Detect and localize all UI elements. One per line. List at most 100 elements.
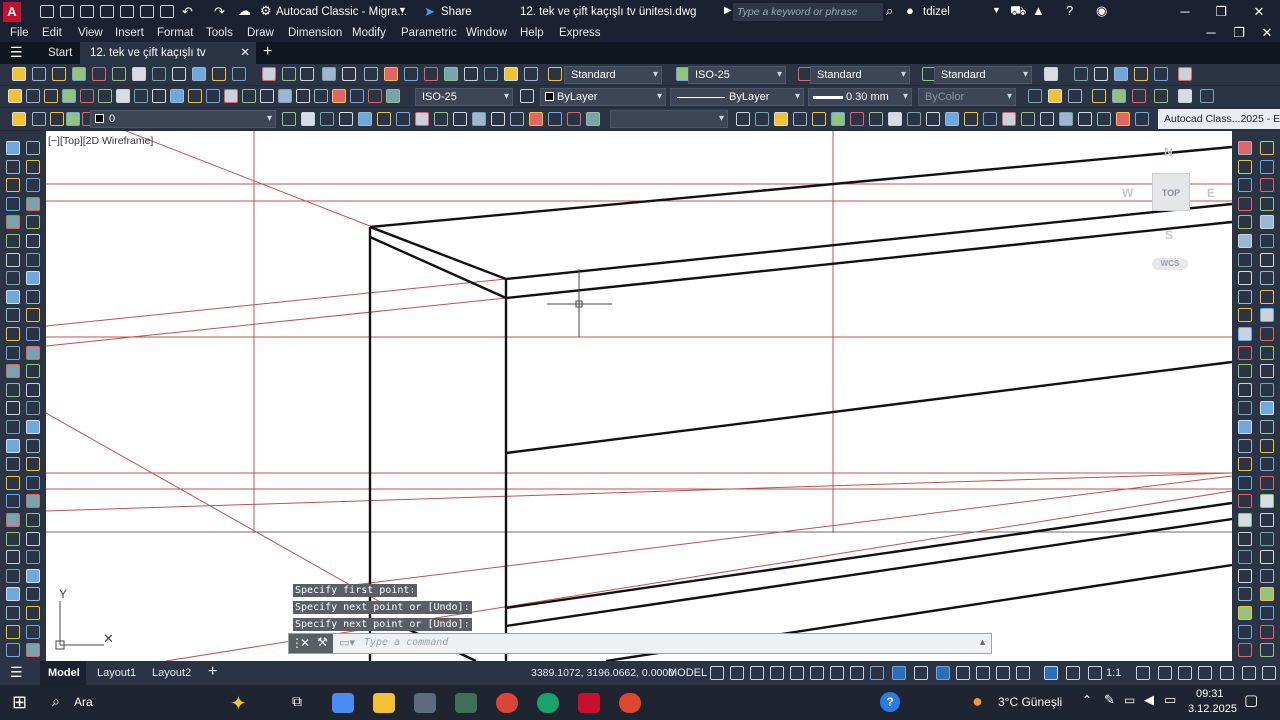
standard-tool-icon[interactable] [262, 67, 276, 81]
modify-tool-icon[interactable] [1260, 439, 1274, 453]
draw-tool-icon[interactable] [26, 197, 40, 211]
draw-tool-icon[interactable] [6, 606, 20, 620]
standard-tool-icon[interactable] [1178, 67, 1192, 81]
standard-tool-icon[interactable] [212, 67, 226, 81]
standard-tool-icon[interactable] [404, 67, 418, 81]
draw-tool-icon[interactable] [6, 513, 20, 527]
modify-tool-icon[interactable] [1238, 253, 1252, 267]
modify-tool-icon[interactable] [1260, 513, 1274, 527]
standard-tool-icon[interactable] [112, 67, 126, 81]
chevron-down-icon[interactable]: ▼ [398, 5, 407, 15]
draw-tool-icon[interactable] [26, 234, 40, 248]
draw-tool-icon[interactable] [26, 290, 40, 304]
status-toggle-icon[interactable] [750, 666, 764, 680]
status-toggle-icon[interactable] [730, 666, 744, 680]
volume-icon[interactable]: ◀ [1144, 692, 1154, 708]
standard-tool-icon[interactable] [444, 67, 458, 81]
display-icon[interactable]: ▭ [1164, 692, 1176, 708]
dimension-tool-icon[interactable] [386, 89, 400, 103]
calculator-icon[interactable] [455, 693, 477, 713]
standard-tool-icon[interactable] [52, 67, 66, 81]
layer-tool-icon[interactable] [831, 112, 845, 126]
autodesk-a360-icon[interactable]: ▲ [1032, 3, 1045, 18]
draw-tool-icon[interactable] [26, 476, 40, 490]
modify-tool-icon[interactable] [1238, 197, 1252, 211]
dimension-tool-icon[interactable] [1112, 89, 1126, 103]
chrome-icon[interactable] [496, 693, 518, 713]
layer-tool-icon[interactable] [926, 112, 940, 126]
layer-tool-icon[interactable] [453, 112, 467, 126]
layer-tool-icon[interactable] [586, 112, 600, 126]
layer-tool-icon[interactable] [1078, 112, 1092, 126]
modify-tool-icon[interactable] [1260, 401, 1274, 415]
draw-tool-icon[interactable] [26, 141, 40, 155]
layer-tool-icon[interactable] [888, 112, 902, 126]
modify-tool-icon[interactable] [1260, 271, 1274, 285]
draw-tool-icon[interactable] [6, 420, 20, 434]
draw-tool-icon[interactable] [26, 457, 40, 471]
draw-tool-icon[interactable] [6, 532, 20, 546]
draw-tool-icon[interactable] [6, 160, 20, 174]
print-icon[interactable] [160, 5, 174, 18]
status-toggle-icon[interactable] [1158, 666, 1172, 680]
layer-tool-icon[interactable] [510, 112, 524, 126]
dimension-tool-icon[interactable] [206, 89, 220, 103]
menu-file[interactable]: File [10, 25, 29, 41]
layer-tool-icon[interactable] [66, 112, 80, 126]
save-as-icon[interactable] [100, 5, 114, 18]
file-explorer-icon[interactable] [373, 693, 395, 713]
modify-tool-icon[interactable] [1238, 215, 1252, 229]
chevron-up-icon[interactable]: ⌃ [1082, 693, 1092, 707]
draw-tool-icon[interactable] [6, 625, 20, 639]
draw-tool-icon[interactable] [6, 439, 20, 453]
standard-tool-icon[interactable] [384, 67, 398, 81]
modify-tool-icon[interactable] [1238, 476, 1252, 490]
status-toggle-icon[interactable] [892, 666, 906, 680]
standard-tool-icon[interactable] [300, 67, 314, 81]
taskbar-search[interactable]: Ara [74, 695, 93, 709]
share-view-icon[interactable]: ☁ [238, 3, 251, 19]
status-toggle-icon[interactable] [1066, 666, 1080, 680]
draw-tool-icon[interactable] [26, 215, 40, 229]
dimension-tool-icon[interactable] [1154, 89, 1168, 103]
modify-tool-icon[interactable] [1260, 178, 1274, 192]
dimension-tool-icon[interactable] [1092, 89, 1106, 103]
modify-tool-icon[interactable] [1260, 197, 1274, 211]
doc-close-button[interactable]: ✕ [1252, 24, 1280, 42]
layer-tool-icon[interactable] [548, 112, 562, 126]
chevron-down-icon[interactable]: ▼ [992, 5, 1001, 15]
modify-tool-icon[interactable] [1238, 141, 1252, 155]
modify-tool-icon[interactable] [1238, 178, 1252, 192]
draw-tool-icon[interactable] [6, 346, 20, 360]
draw-tool-icon[interactable] [6, 587, 20, 601]
standard-tool-icon[interactable] [1114, 67, 1128, 81]
help-assistant-icon[interactable]: ? [880, 692, 900, 712]
status-toggle-icon[interactable] [996, 666, 1010, 680]
close-button[interactable]: ✕ [1244, 3, 1274, 21]
mleader-style-select[interactable]: Standard [934, 66, 1032, 84]
modify-tool-icon[interactable] [1238, 457, 1252, 471]
menu-edit[interactable]: Edit [42, 25, 62, 41]
layer-tool-icon[interactable] [850, 112, 864, 126]
layer-tool-icon[interactable] [1040, 112, 1054, 126]
share-button[interactable]: Share [441, 3, 472, 21]
minimize-button[interactable]: ─ [1170, 3, 1200, 21]
layer-tool-icon[interactable] [1021, 112, 1035, 126]
modify-tool-icon[interactable] [1260, 550, 1274, 564]
dimension-tool-icon[interactable] [278, 89, 292, 103]
standard-tool-icon[interactable] [364, 67, 378, 81]
status-toggle-icon[interactable] [976, 666, 990, 680]
modify-tool-icon[interactable] [1260, 327, 1274, 341]
status-toggle-icon[interactable] [1220, 666, 1234, 680]
modify-tool-icon[interactable] [1260, 457, 1274, 471]
customize-wrench-icon[interactable]: ⚒ [317, 635, 328, 649]
standard-tool-icon[interactable] [1044, 67, 1058, 81]
standard-tool-icon[interactable] [132, 67, 146, 81]
dimension-tool-icon[interactable] [1048, 89, 1062, 103]
modify-tool-icon[interactable] [1260, 308, 1274, 322]
layer-select[interactable]: 0 [90, 110, 276, 128]
draw-tool-icon[interactable] [26, 606, 40, 620]
modify-tool-icon[interactable] [1260, 141, 1274, 155]
draw-tool-icon[interactable] [26, 383, 40, 397]
menu-draw[interactable]: Draw [247, 25, 274, 41]
